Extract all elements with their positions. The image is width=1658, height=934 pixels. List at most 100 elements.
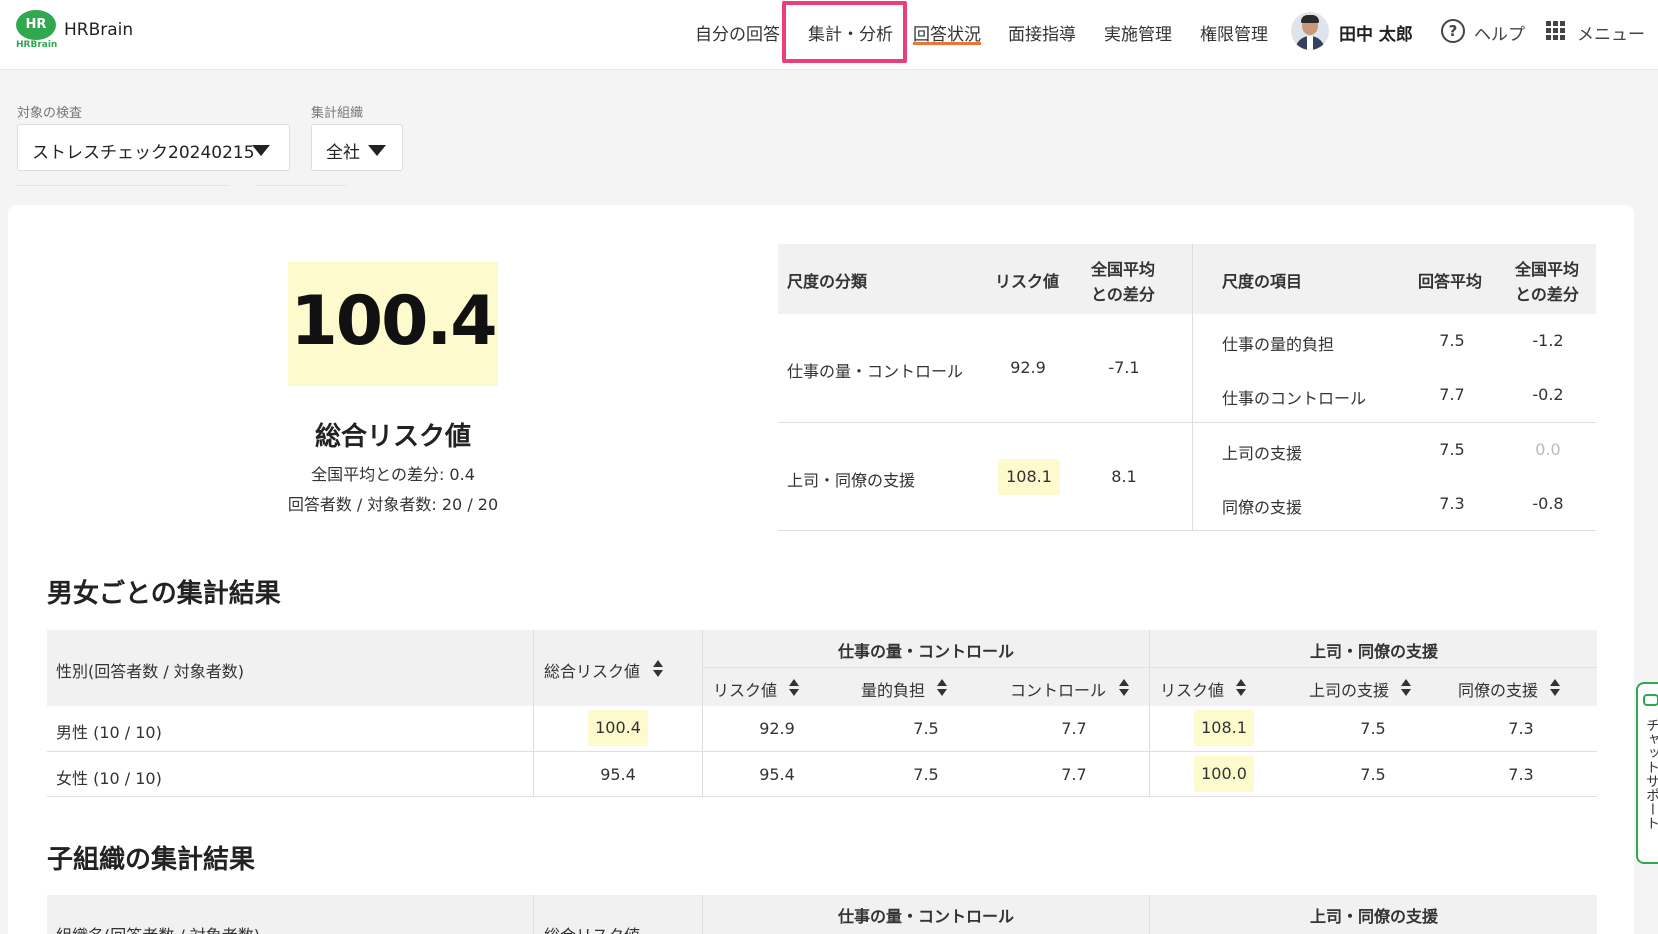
exam-select[interactable]: ストレスチェック20240215: [17, 124, 290, 171]
cell-value: 7.7: [1061, 765, 1087, 784]
user-avatar[interactable]: [1291, 12, 1329, 50]
th-gender: 性別(回答者数 / 対象者数): [56, 662, 245, 681]
scale-item-diff: 0.0: [1535, 440, 1561, 459]
scale-risk: 92.9: [1010, 358, 1046, 377]
scale-category: 上司・同僚の支援: [787, 471, 916, 490]
hrbrain-logo[interactable]: HR HRBrain: [16, 10, 57, 50]
cell-value: 7.5: [913, 765, 939, 784]
th-answer-avg: 回答平均: [1418, 272, 1483, 291]
scale-item: 同僚の支援: [1222, 498, 1303, 517]
nav-aggregation-analysis[interactable]: 集計・分析: [808, 20, 893, 45]
gender-table-divider: [702, 630, 703, 796]
nav-permissions[interactable]: 権限管理: [1200, 20, 1268, 45]
th-org-group-support: 上司・同僚の支援: [1310, 907, 1439, 926]
menu-link[interactable]: メニュー: [1577, 20, 1645, 45]
table-row-rule: [47, 751, 1597, 752]
logo-mark: HR: [16, 10, 56, 40]
th-sub-control[interactable]: コントロール: [1010, 677, 1106, 701]
th-sub-boss[interactable]: 上司の支援: [1309, 677, 1389, 701]
scale-table-rule: [778, 422, 1596, 423]
th-sub-risk-2[interactable]: リスク値: [1160, 677, 1224, 701]
cell-value: 7.7: [1061, 719, 1087, 738]
org-table-divider: [702, 895, 703, 934]
total-risk-value: 100.4: [290, 282, 497, 361]
exam-select-value: ストレスチェック20240215: [32, 143, 255, 163]
gender-table-divider: [533, 630, 534, 796]
caret-down-icon: [252, 145, 270, 156]
nav-implementation[interactable]: 実施管理: [1104, 20, 1172, 45]
filter-divider: [256, 185, 346, 186]
th-national-avg-2: 全国平均: [1515, 260, 1580, 279]
org-table-divider: [533, 895, 534, 934]
th-org-name: 組織名(回答者数 / 対象者数): [56, 922, 260, 934]
chat-support-tab[interactable]: チャットサポート: [1636, 682, 1658, 864]
total-risk-box: 100.4: [288, 262, 498, 386]
scale-table-divider: [1192, 244, 1193, 530]
gender-subheader-rule: [702, 667, 1597, 668]
scale-table-rule: [778, 530, 1596, 531]
th-org-total-risk[interactable]: 総合リスク値: [544, 922, 640, 934]
th-sub-risk[interactable]: リスク値: [713, 677, 777, 701]
scale-item-diff: -1.2: [1532, 331, 1564, 350]
sort-icon[interactable]: [937, 679, 947, 697]
th-group-work: 仕事の量・コントロール: [838, 642, 1015, 661]
nav-active-underline: [913, 42, 981, 45]
sort-icon[interactable]: [789, 679, 799, 697]
risk-highlight: 100.0: [1194, 756, 1254, 792]
sort-icon[interactable]: [653, 660, 663, 678]
th-diff: との差分: [1091, 285, 1155, 304]
respondents-text: 回答者数 / 対象者数: 20 / 20: [287, 495, 499, 514]
nav-interview-guidance[interactable]: 面接指導: [1008, 20, 1076, 45]
chat-support-label: チャットサポート: [1644, 718, 1658, 830]
th-org-group-work: 仕事の量・コントロール: [838, 907, 1015, 926]
gender-table-divider: [1149, 630, 1150, 796]
total-risk-highlight: 100.4: [588, 710, 648, 746]
nav-my-answers[interactable]: 自分の回答: [695, 20, 780, 45]
grid-menu-icon[interactable]: [1546, 21, 1566, 41]
scale-item: 仕事のコントロール: [1222, 389, 1367, 408]
sort-icon[interactable]: [1401, 679, 1411, 697]
user-name[interactable]: 田中 太郎: [1339, 20, 1413, 45]
th-national-avg: 全国平均: [1091, 260, 1156, 279]
caret-down-icon: [368, 145, 386, 156]
org-select[interactable]: 全社: [311, 124, 403, 171]
org-section-title: 子組織の集計結果: [47, 845, 256, 875]
exam-filter-label: 対象の検査: [17, 106, 83, 121]
avatar-shirt: [1307, 36, 1313, 50]
scale-item-avg: 7.5: [1439, 440, 1465, 459]
total-risk-title: 総合リスク値: [314, 422, 471, 452]
table-row-label: 男性 (10 / 10): [56, 723, 162, 742]
scale-item-avg: 7.3: [1439, 494, 1465, 513]
scale-item-avg: 7.7: [1439, 385, 1465, 404]
sort-icon[interactable]: [1550, 679, 1560, 697]
help-icon[interactable]: ?: [1441, 19, 1465, 43]
scale-diff: 8.1: [1111, 467, 1137, 486]
sort-icon[interactable]: [1119, 679, 1129, 697]
scale-diff: -7.1: [1108, 358, 1140, 377]
org-table-divider: [1149, 895, 1150, 934]
th-sub-quantitative[interactable]: 量的負担: [861, 677, 925, 701]
table-row-label: 女性 (10 / 10): [56, 769, 162, 788]
org-filter-label: 集計組織: [311, 106, 364, 121]
scale-item: 仕事の量的負担: [1222, 335, 1335, 354]
scale-item: 上司の支援: [1222, 444, 1303, 463]
national-diff-text: 全国平均との差分: 0.4: [311, 465, 475, 484]
scale-item-avg: 7.5: [1439, 331, 1465, 350]
filter-divider: [17, 185, 229, 186]
top-header: HR HRBrain HRBrain 自分の回答 集計・分析 回答状況 面接指導…: [0, 0, 1658, 70]
risk-highlight: 108.1: [1194, 710, 1254, 746]
cell-value: 7.3: [1508, 719, 1534, 738]
th-scale-category: 尺度の分類: [787, 272, 868, 291]
scale-risk-highlight: 108.1: [998, 459, 1060, 495]
cell-value: 7.5: [913, 719, 939, 738]
sort-icon[interactable]: [1236, 679, 1246, 697]
scale-item-diff: -0.8: [1532, 494, 1564, 513]
brand-name[interactable]: HRBrain: [64, 20, 133, 40]
th-total-risk[interactable]: 総合リスク値: [544, 658, 640, 682]
cell-value: 7.3: [1508, 765, 1534, 784]
org-select-value: 全社: [326, 143, 360, 163]
scale-item-diff: -0.2: [1532, 385, 1564, 404]
gender-section-title: 男女ごとの集計結果: [47, 579, 281, 609]
help-link[interactable]: ヘルプ: [1474, 20, 1525, 45]
th-sub-colleague[interactable]: 同僚の支援: [1458, 677, 1538, 701]
